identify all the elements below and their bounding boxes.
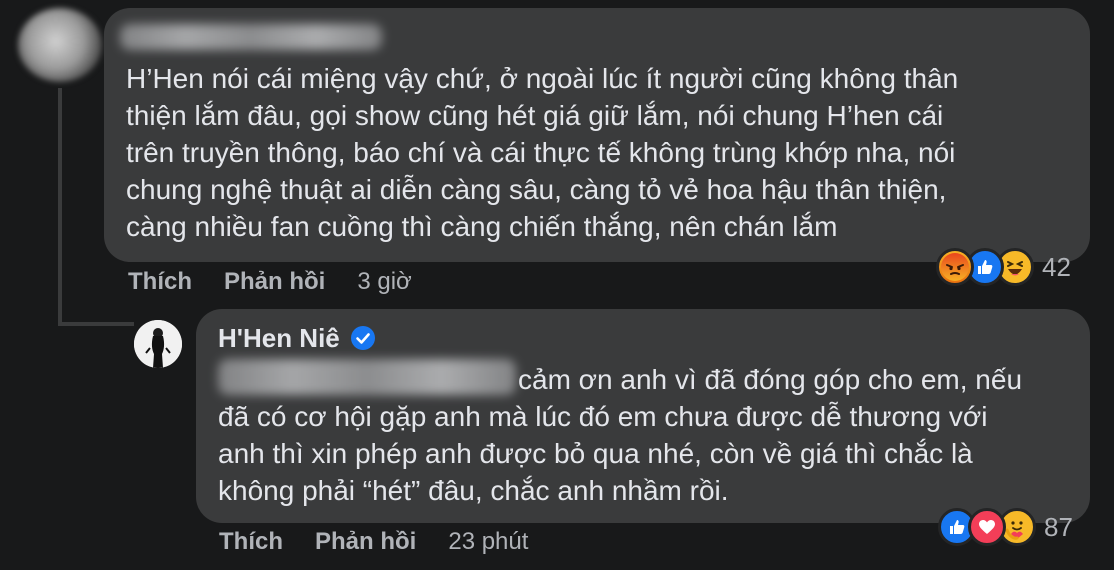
reply-button[interactable]: Phản hồi	[315, 528, 416, 556]
like-button[interactable]: Thích	[128, 268, 192, 296]
like-button[interactable]: Thích	[219, 528, 283, 556]
reply-button[interactable]: Phản hồi	[224, 268, 325, 296]
reaction-count[interactable]: 87	[1044, 512, 1073, 543]
comment-reactions[interactable]: 42	[936, 248, 1071, 286]
commenter-avatar[interactable]	[18, 8, 102, 82]
thread-line-branch	[58, 322, 134, 326]
comment-timestamp[interactable]: 3 giờ	[357, 268, 411, 296]
reply-actions: Thích Phản hồi 23 phút	[219, 528, 528, 556]
love-icon	[968, 508, 1006, 546]
thread-line	[58, 88, 62, 326]
verified-badge-icon	[350, 325, 376, 351]
comment-text: H’Hen nói cái miệng vậy chứ, ở ngoài lúc…	[126, 63, 959, 242]
commenter-name-blurred[interactable]	[120, 24, 382, 50]
reply-timestamp[interactable]: 23 phút	[448, 528, 528, 556]
reply-author-avatar[interactable]	[134, 320, 182, 368]
reply-text: cảm ơn anh vì đã đóng góp cho em, nếu đã…	[218, 364, 1023, 506]
reply-author-name[interactable]: H'Hen Niê	[218, 323, 340, 354]
reply-reactions[interactable]: 87	[938, 508, 1073, 546]
comment-actions: Thích Phản hồi 3 giờ	[128, 268, 412, 296]
angry-icon	[936, 248, 974, 286]
reaction-count[interactable]: 42	[1042, 252, 1071, 283]
